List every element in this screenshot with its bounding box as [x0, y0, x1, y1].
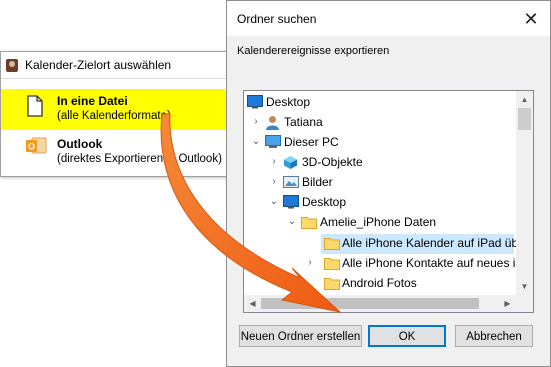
- tree-item-label: 3D-Objekte: [302, 155, 363, 169]
- pictures-icon: [283, 176, 299, 188]
- scroll-left-icon[interactable]: ◀: [244, 295, 261, 312]
- option-label: In eine Datei: [57, 94, 128, 108]
- tree-item-label: Tatiana: [284, 115, 323, 129]
- tree-item-label: Alle iPhone Kalender auf iPad üb: [342, 236, 519, 250]
- tree-item-label: Bilder: [302, 175, 333, 189]
- cube-icon: [284, 156, 297, 169]
- scroll-thumb[interactable]: [518, 108, 531, 130]
- chevron-right-icon[interactable]: ›: [304, 257, 316, 269]
- dialog-description: Kalenderereignisse exportieren: [237, 45, 390, 57]
- panel-titlebar: Kalender-Zielort auswählen: [1, 52, 230, 79]
- ok-button[interactable]: OK: [368, 325, 446, 347]
- option-sublabel: (direktes Exportieren in Outlook): [57, 153, 222, 165]
- option-sublabel: (alle Kalenderformate): [57, 110, 171, 122]
- dialog-title: Ordner suchen: [237, 12, 317, 26]
- chevron-right-icon[interactable]: ›: [268, 176, 280, 188]
- scroll-down-icon[interactable]: ▼: [516, 278, 533, 295]
- option-outlook[interactable]: O Outlook (direktes Exportieren in Outlo…: [1, 132, 230, 173]
- panel-title: Kalender-Zielort auswählen: [25, 58, 172, 72]
- pc-icon: [265, 135, 281, 148]
- tree-item-label: Desktop: [302, 195, 347, 209]
- svg-text:O: O: [28, 142, 35, 152]
- tree-item-desktop[interactable]: ⌄ Desktop: [244, 192, 514, 212]
- option-label: Outlook: [57, 137, 103, 151]
- scroll-right-icon[interactable]: ▶: [499, 295, 516, 312]
- vertical-scrollbar[interactable]: ▲ ▼: [516, 91, 533, 295]
- dialog-titlebar: Ordner suchen ✕: [227, 1, 550, 36]
- cancel-button[interactable]: Abbrechen: [455, 325, 533, 347]
- calendar-destination-panel: Kalender-Zielort auswählen In eine Datei…: [0, 51, 231, 177]
- chevron-right-icon[interactable]: ›: [268, 156, 280, 168]
- chevron-down-icon[interactable]: ⌄: [250, 136, 262, 148]
- tree-item-desktop-root[interactable]: Desktop: [244, 92, 514, 112]
- hscroll-thumb[interactable]: [261, 298, 479, 309]
- folder-icon: [324, 238, 340, 250]
- tree-item-all-iphone-contacts[interactable]: › Alle iPhone Kontakte auf neues il: [244, 253, 518, 273]
- desktop-icon: [283, 195, 299, 209]
- tree-item-label: Alle iPhone Kontakte auf neues il: [342, 256, 519, 270]
- horizontal-scrollbar[interactable]: ◀ ▶: [244, 295, 516, 312]
- tree-item-amelie-iphone-data[interactable]: ⌄ Amelie_iPhone Daten: [244, 212, 514, 232]
- tree-item-label: Dieser PC: [284, 135, 339, 149]
- scroll-corner: [516, 295, 533, 312]
- scroll-up-icon[interactable]: ▲: [516, 91, 533, 108]
- tree-item-tatiana[interactable]: › Tatiana: [244, 112, 514, 132]
- tree-item-3d-objects[interactable]: › 3D-Objekte: [244, 152, 514, 172]
- file-icon: [27, 95, 43, 117]
- contacts-book-icon: [6, 58, 18, 72]
- folder-icon: [324, 258, 340, 270]
- folder-tree[interactable]: Desktop › Tatiana ⌄ Dieser PC › 3D-Objek…: [243, 90, 534, 313]
- outlook-icon: O: [26, 137, 47, 154]
- tree-item-label: Desktop: [266, 95, 311, 109]
- tree-item-pictures[interactable]: › Bilder: [244, 172, 514, 192]
- tree-item-all-iphone-calendars[interactable]: Alle iPhone Kalender auf iPad üb: [244, 233, 518, 253]
- tree-item-label: Amelie_iPhone Daten: [320, 215, 437, 229]
- new-folder-button[interactable]: Neuen Ordner erstellen: [239, 325, 362, 347]
- user-icon: [266, 116, 279, 130]
- browse-folder-dialog: Ordner suchen ✕ Kalenderereignisse expor…: [226, 0, 551, 367]
- close-icon[interactable]: ✕: [520, 8, 542, 30]
- desktop-icon: [247, 95, 263, 109]
- folder-icon: [301, 217, 317, 229]
- folder-icon: [324, 278, 340, 290]
- chevron-down-icon[interactable]: ⌄: [268, 196, 280, 208]
- chevron-right-icon[interactable]: ›: [250, 116, 262, 128]
- tree-item-android-photos[interactable]: Android Fotos: [244, 273, 514, 293]
- option-to-file[interactable]: In eine Datei (alle Kalenderformate): [1, 89, 230, 130]
- chevron-down-icon[interactable]: ⌄: [286, 216, 298, 228]
- tree-item-label: Android Fotos: [342, 276, 417, 290]
- tree-item-this-pc[interactable]: ⌄ Dieser PC: [244, 132, 514, 152]
